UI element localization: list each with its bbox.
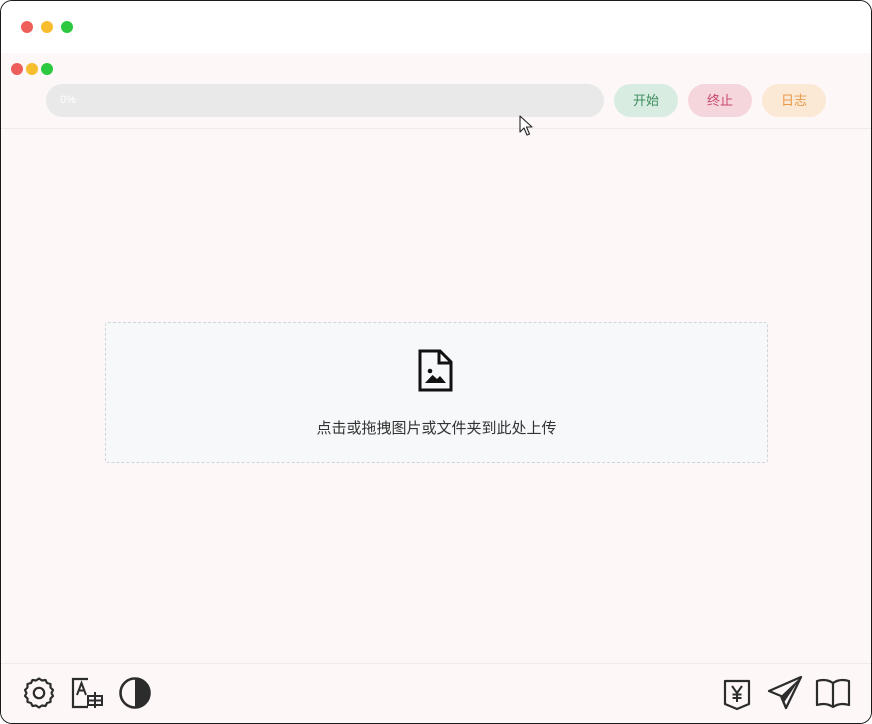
toolbar: 0% 开始 终止 日志 <box>1 53 871 129</box>
yen-icon[interactable] <box>719 675 755 711</box>
app-window: 0% 开始 终止 日志 点击或拖拽图片或文件夹到此处上传 <box>0 0 872 724</box>
send-icon[interactable] <box>767 675 803 711</box>
upload-dropzone[interactable]: 点击或拖拽图片或文件夹到此处上传 <box>105 322 768 463</box>
dropzone-hint-text: 点击或拖拽图片或文件夹到此处上传 <box>316 420 557 437</box>
contrast-icon[interactable] <box>117 675 153 711</box>
window-titlebar <box>1 1 871 53</box>
maximize-window-button[interactable] <box>61 21 73 33</box>
progress-bar: 0% <box>46 84 604 117</box>
stop-button[interactable]: 终止 <box>688 84 752 117</box>
mouse-cursor-icon <box>519 115 533 136</box>
close-window-button[interactable] <box>21 21 33 33</box>
minimize-window-button[interactable] <box>41 21 53 33</box>
progress-label: 0% <box>60 94 76 106</box>
app-content: 0% 开始 终止 日志 点击或拖拽图片或文件夹到此处上传 <box>1 53 871 723</box>
gear-icon[interactable] <box>21 675 57 711</box>
image-file-icon <box>418 349 453 392</box>
bottom-toolbar <box>1 663 871 723</box>
book-icon[interactable] <box>815 675 851 711</box>
log-button[interactable]: 日志 <box>762 84 826 117</box>
translate-icon[interactable] <box>69 675 105 711</box>
start-button[interactable]: 开始 <box>614 84 678 117</box>
